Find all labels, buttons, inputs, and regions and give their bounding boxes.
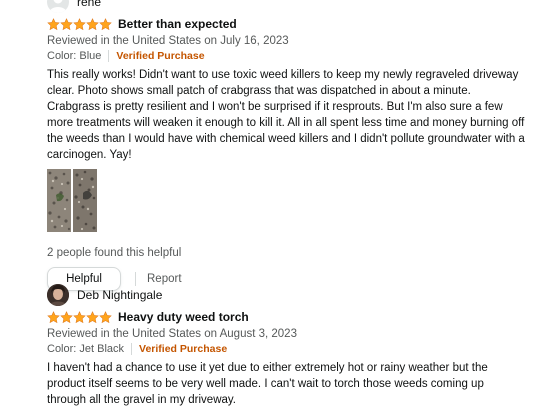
review-card: rene Better than expected Reviewed in th… xyxy=(47,0,525,291)
person-silhouette-icon xyxy=(49,0,67,13)
star-rating[interactable] xyxy=(47,17,112,31)
helpful-count: 2 people found this helpful xyxy=(47,247,182,259)
reviewer-profile[interactable]: Deb Nightingale xyxy=(47,284,525,306)
star-icon xyxy=(47,310,60,323)
star-icon xyxy=(47,17,60,30)
review-image-thumbnail[interactable] xyxy=(47,169,71,232)
reviewer-profile[interactable]: rene xyxy=(47,0,525,13)
review-body: I haven't had a chance to use it yet due… xyxy=(47,362,488,406)
divider xyxy=(131,343,133,355)
star-rating[interactable] xyxy=(47,310,112,324)
reviewer-name[interactable]: Deb Nightingale xyxy=(77,288,162,302)
star-icon xyxy=(73,17,86,30)
verified-purchase-badge: Verified Purchase xyxy=(139,343,228,355)
variant-color: Color: Jet Black xyxy=(47,343,125,355)
review-image-thumbnail[interactable] xyxy=(73,169,97,232)
divider xyxy=(108,50,110,62)
star-icon xyxy=(86,310,99,323)
reviewer-name[interactable]: rene xyxy=(77,0,101,9)
review-title[interactable]: Better than expected xyxy=(118,17,237,31)
review-date: Reviewed in the United States on August … xyxy=(47,328,297,340)
review-date: Reviewed in the United States on July 16… xyxy=(47,35,289,47)
avatar[interactable] xyxy=(47,0,69,13)
review-images xyxy=(47,169,525,232)
star-icon xyxy=(99,17,112,30)
review-body: This really works! Didn't want to use to… xyxy=(47,69,525,161)
star-icon xyxy=(99,310,112,323)
reviewer-photo xyxy=(47,284,69,306)
star-icon xyxy=(73,310,86,323)
variant-color: Color: Blue xyxy=(47,50,102,62)
star-icon xyxy=(60,17,73,30)
verified-purchase-badge: Verified Purchase xyxy=(116,50,205,62)
review-title[interactable]: Heavy duty weed torch xyxy=(118,310,249,324)
star-icon xyxy=(86,17,99,30)
review-card: Deb Nightingale Heavy duty weed torch Re… xyxy=(47,284,525,408)
avatar[interactable] xyxy=(47,284,69,306)
star-icon xyxy=(60,310,73,323)
